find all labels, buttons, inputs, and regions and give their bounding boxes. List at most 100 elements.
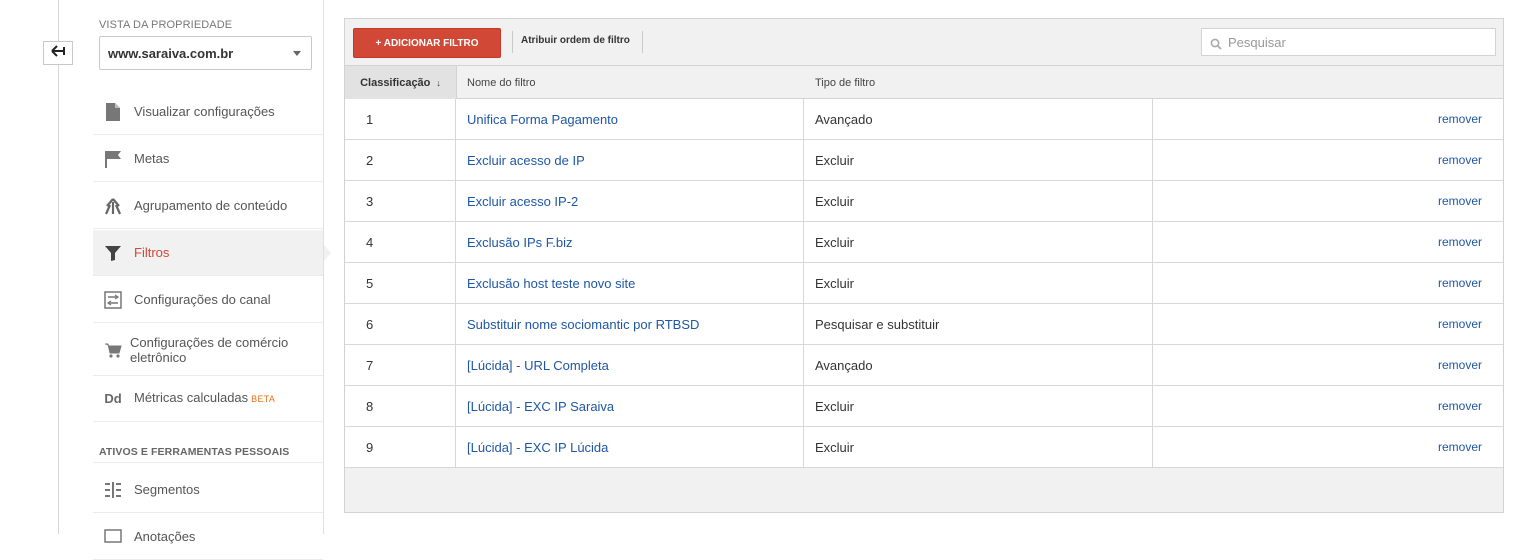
active-indicator	[323, 244, 331, 262]
sidebar-item-content-grouping[interactable]: Agrupamento de conteúdo	[93, 183, 323, 229]
filter-name-link[interactable]: Exclusão host teste novo site	[456, 263, 804, 303]
add-filter-button[interactable]: + ADICIONAR FILTRO	[353, 28, 501, 58]
filter-name-link[interactable]: Unifica Forma Pagamento	[456, 99, 804, 139]
sidebar-item-label: Visualizar configurações	[134, 104, 275, 119]
filter-name-link[interactable]: Excluir acesso de IP	[456, 140, 804, 180]
rank-cell: 1	[345, 99, 456, 139]
filter-type-cell: Excluir	[804, 263, 1153, 303]
filter-name-link[interactable]: [Lúcida] - EXC IP Lúcida	[456, 427, 804, 467]
sidebar-item-label: Metas	[134, 151, 170, 166]
filters-panel: + ADICIONAR FILTRO Atribuir ordem de fil…	[344, 18, 1504, 513]
beta-badge: BETA	[251, 394, 276, 404]
column-header-label: Classificação	[360, 76, 431, 89]
sidebar-item-label: Segmentos	[134, 482, 200, 497]
column-header-name[interactable]: Nome do filtro	[467, 66, 535, 99]
column-header-label: Nome do filtro	[467, 76, 536, 89]
rank-cell: 2	[345, 140, 456, 180]
column-header-label: Tipo de filtro	[815, 76, 876, 89]
table-row: 6 Substituir nome sociomantic por RTBSD …	[345, 304, 1503, 345]
sidebar-divider	[323, 0, 324, 534]
sidebar-item-filters[interactable]: Filtros	[93, 230, 331, 276]
sidebar-item-label: Métricas calculadas	[134, 390, 249, 405]
column-header-rank[interactable]: Classificação ↓	[345, 66, 457, 99]
table-header: Classificação ↓ Nome do filtro Tipo de f…	[345, 65, 1503, 99]
remove-link[interactable]: remover	[1153, 181, 1503, 221]
rank-cell: 3	[345, 181, 456, 221]
content-grouping-icon	[103, 196, 123, 216]
sidebar-item-label: Configurações do canal	[134, 292, 271, 307]
filter-name-link[interactable]: Substituir nome sociomantic por RTBSD	[456, 304, 804, 344]
annotations-icon	[103, 527, 123, 547]
toolbar-separator	[512, 31, 513, 53]
table-row: 2 Excluir acesso de IP Excluir remover	[345, 140, 1503, 181]
document-icon	[103, 102, 123, 122]
filter-type-cell: Excluir	[804, 386, 1153, 426]
remove-link[interactable]: remover	[1153, 345, 1503, 385]
table-body: 1 Unifica Forma Pagamento Avançado remov…	[345, 99, 1503, 468]
rank-cell: 6	[345, 304, 456, 344]
sidebar-item-label-group: Métricas calculadas BETA	[134, 390, 275, 407]
chevron-down-icon	[293, 51, 301, 56]
filter-type-cell: Avançado	[804, 345, 1153, 385]
property-view-select[interactable]: www.saraiva.com.br	[99, 36, 312, 70]
nav-rail-line	[58, 0, 59, 534]
sidebar-item-channel-settings[interactable]: Configurações do canal	[93, 277, 323, 323]
search-input[interactable]	[1226, 33, 1480, 51]
property-view-label: VISTA DA PROPRIEDADE	[99, 19, 233, 31]
filter-type-cell: Excluir	[804, 427, 1153, 467]
filter-icon	[103, 243, 123, 263]
back-button[interactable]	[43, 41, 73, 65]
table-row: 3 Excluir acesso IP-2 Excluir remover	[345, 181, 1503, 222]
filter-name-link[interactable]: [Lúcida] - URL Completa	[456, 345, 804, 385]
assign-filter-order-button[interactable]: Atribuir ordem de filtro	[521, 35, 630, 46]
remove-link[interactable]: remover	[1153, 304, 1503, 344]
sidebar-item-label: Agrupamento de conteúdo	[134, 198, 288, 213]
search-box[interactable]	[1201, 28, 1496, 56]
personal-assets-label: ATIVOS E FERRAMENTAS PESSOAIS	[99, 446, 290, 458]
divider	[93, 462, 323, 463]
remove-link[interactable]: remover	[1153, 99, 1503, 139]
cart-icon	[103, 340, 123, 360]
filter-name-link[interactable]: [Lúcida] - EXC IP Saraiva	[456, 386, 804, 426]
filters-table: Classificação ↓ Nome do filtro Tipo de f…	[345, 65, 1503, 468]
table-row: 9 [Lúcida] - EXC IP Lúcida Excluir remov…	[345, 427, 1503, 468]
remove-link[interactable]: remover	[1153, 222, 1503, 262]
admin-sidebar: VISTA DA PROPRIEDADE www.saraiva.com.br …	[93, 0, 331, 560]
rank-cell: 8	[345, 386, 456, 426]
table-row: 1 Unifica Forma Pagamento Avançado remov…	[345, 99, 1503, 140]
remove-link[interactable]: remover	[1153, 263, 1503, 303]
flag-icon	[103, 149, 123, 169]
rank-cell: 4	[345, 222, 456, 262]
sidebar-item-calculated-metrics[interactable]: Dd Métricas calculadas BETA	[93, 376, 323, 422]
sidebar-item-label: Anotações	[134, 529, 196, 544]
channel-settings-icon	[103, 290, 123, 310]
toolbar-separator	[642, 31, 643, 53]
filter-name-link[interactable]: Exclusão IPs F.biz	[456, 222, 804, 262]
sort-descending-icon: ↓	[436, 77, 441, 88]
dd-icon: Dd	[104, 391, 122, 406]
filter-name-link[interactable]: Excluir acesso IP-2	[456, 181, 804, 221]
segments-icon	[103, 480, 123, 500]
remove-link[interactable]: remover	[1153, 140, 1503, 180]
sidebar-item-ecommerce-settings[interactable]: Configurações de comércio eletrônico	[93, 324, 323, 376]
rank-cell: 7	[345, 345, 456, 385]
filter-type-cell: Pesquisar e substituir	[804, 304, 1153, 344]
table-row: 7 [Lúcida] - URL Completa Avançado remov…	[345, 345, 1503, 386]
filter-type-cell: Excluir	[804, 222, 1153, 262]
column-header-type[interactable]: Tipo de filtro	[815, 66, 875, 99]
rank-cell: 5	[345, 263, 456, 303]
sidebar-item-annotations[interactable]: Anotações	[93, 514, 323, 560]
property-view-value: www.saraiva.com.br	[108, 45, 234, 61]
filter-type-cell: Excluir	[804, 140, 1153, 180]
sidebar-item-segments[interactable]: Segmentos	[93, 467, 323, 513]
sidebar-item-label: Configurações de comércio eletrônico	[130, 334, 289, 365]
search-icon	[1210, 37, 1222, 55]
back-arrow-icon	[51, 44, 65, 62]
remove-link[interactable]: remover	[1153, 386, 1503, 426]
filter-type-cell: Avançado	[804, 99, 1153, 139]
table-row: 4 Exclusão IPs F.biz Excluir remover	[345, 222, 1503, 263]
remove-link[interactable]: remover	[1153, 427, 1503, 467]
sidebar-item-goals[interactable]: Metas	[93, 136, 323, 182]
rank-cell: 9	[345, 427, 456, 467]
sidebar-item-view-settings[interactable]: Visualizar configurações	[93, 89, 323, 135]
